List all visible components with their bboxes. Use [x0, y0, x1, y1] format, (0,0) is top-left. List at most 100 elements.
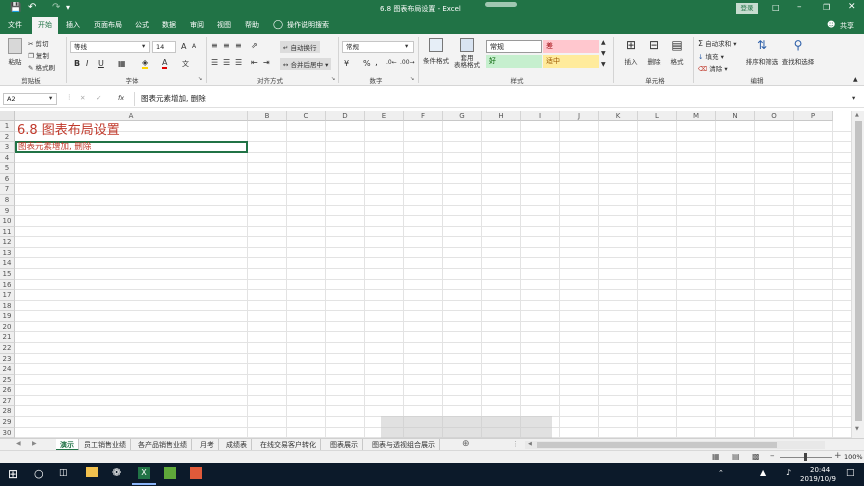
row-header-14[interactable]: 14 [0, 258, 15, 269]
phonetic-icon[interactable]: 文 [182, 59, 189, 69]
style-good[interactable]: 好 [486, 55, 542, 68]
cut-button[interactable]: ✂ 剪切 [28, 38, 49, 48]
column-header-e[interactable]: E [365, 111, 404, 121]
zoom-level[interactable]: 100% [844, 453, 863, 461]
customize-qat-icon[interactable]: ▾ [66, 3, 70, 12]
wrap-text-button[interactable]: ↵ 自动换行 [280, 41, 320, 53]
find-select-button[interactable]: ⚲ 查找和选择 [780, 38, 816, 66]
network-icon[interactable]: ▲ [760, 468, 766, 477]
excel-taskbar-icon[interactable]: X [138, 467, 150, 479]
column-header-d[interactable]: D [326, 111, 365, 121]
tab-page-layout[interactable]: 页面布局 [90, 17, 126, 34]
align-right-icon[interactable]: ☰ [235, 58, 242, 67]
page-break-view-icon[interactable]: ▩ [752, 452, 760, 461]
autosum-button[interactable]: Σ 自动求和 ▾ [698, 38, 736, 48]
font-color-icon[interactable]: A [162, 58, 168, 69]
format-cells-button[interactable]: ▤ 格式 [666, 38, 688, 66]
row-header-17[interactable]: 17 [0, 290, 15, 301]
row-header-19[interactable]: 19 [0, 311, 15, 322]
column-header-o[interactable]: O [755, 111, 794, 121]
zoom-slider-thumb[interactable] [804, 453, 807, 461]
style-normal[interactable]: 常规 [486, 40, 542, 53]
column-header-m[interactable]: M [677, 111, 716, 121]
column-header-h[interactable]: H [482, 111, 521, 121]
file-explorer-icon[interactable] [86, 467, 98, 477]
recorder-icon[interactable] [190, 467, 202, 479]
font-name-dropdown-icon[interactable]: ▾ [142, 42, 145, 50]
clock-time[interactable]: 20:44 [810, 466, 830, 474]
merge-center-button[interactable]: ↔ 合并后居中 ▾ [280, 58, 332, 70]
share-button[interactable]: 共享 [840, 21, 854, 31]
insert-cells-button[interactable]: ⊞ 插入 [620, 38, 642, 66]
styles-scroll-down-icon[interactable]: ▼ [601, 50, 606, 57]
row-header-11[interactable]: 11 [0, 226, 15, 238]
fill-color-icon[interactable]: ◈ [142, 58, 149, 69]
row-header-30[interactable]: 30 [0, 427, 15, 439]
page-layout-view-icon[interactable]: ▤ [732, 452, 740, 461]
style-neutral[interactable]: 适中 [543, 55, 599, 68]
tab-insert[interactable]: 插入 [62, 17, 84, 34]
tab-review[interactable]: 审阅 [186, 17, 208, 34]
column-header-f[interactable]: F [404, 111, 443, 121]
row-header-1[interactable]: 1 [0, 121, 15, 132]
styles-more-icon[interactable]: ▼ [601, 61, 606, 68]
increase-decimal-icon[interactable]: .0← [386, 59, 397, 66]
delete-cells-button[interactable]: ⊟ 删除 [643, 38, 665, 66]
align-bottom-icon[interactable]: ≡ [235, 41, 242, 50]
italic-button[interactable]: I [86, 59, 88, 68]
scroll-down-icon[interactable]: ▼ [855, 426, 859, 432]
row-header-16[interactable]: 16 [0, 279, 15, 291]
row-header-15[interactable]: 15 [0, 268, 15, 280]
cell-a1[interactable]: 6.8 图表布局设置 [17, 123, 120, 139]
row-header-6[interactable]: 6 [0, 173, 15, 185]
tell-me-search[interactable]: 操作说明搜索 [285, 17, 331, 34]
row-header-27[interactable]: 27 [0, 395, 15, 407]
cancel-entry-icon[interactable]: ✕ [80, 94, 85, 102]
tab-formulas[interactable]: 公式 [132, 17, 152, 34]
search-icon[interactable]: ○ [34, 467, 44, 480]
row-header-4[interactable]: 4 [0, 152, 15, 164]
row-header-10[interactable]: 10 [0, 216, 15, 227]
styles-scroll-up-icon[interactable]: ▲ [601, 39, 606, 46]
align-top-icon[interactable]: ≡ [211, 41, 218, 50]
scroll-up-icon[interactable]: ▲ [855, 112, 859, 118]
font-name-select[interactable]: 等线 [70, 41, 150, 53]
column-header-b[interactable]: B [248, 111, 287, 121]
format-painter-button[interactable]: ✎ 格式刷 [28, 62, 55, 72]
align-middle-icon[interactable]: ≡ [223, 41, 230, 50]
row-header-29[interactable]: 29 [0, 416, 15, 428]
collapse-ribbon-icon[interactable]: ▲ [853, 76, 858, 83]
number-format-select[interactable]: 常规 [342, 41, 414, 53]
tab-home[interactable]: 开始 [32, 17, 58, 34]
column-header-g[interactable]: G [443, 111, 482, 121]
formula-input[interactable]: 图表元素增加, 删除 [134, 92, 852, 106]
redo-icon[interactable]: ↷ [52, 2, 60, 13]
camtasia-icon[interactable] [164, 467, 176, 479]
row-header-20[interactable]: 20 [0, 321, 15, 333]
expand-formula-icon[interactable]: ▾ [852, 94, 855, 102]
horizontal-scrollbar[interactable]: ◀ [525, 441, 825, 449]
column-header-k[interactable]: K [599, 111, 638, 121]
row-header-2[interactable]: 2 [0, 131, 15, 143]
number-format-dropdown-icon[interactable]: ▾ [405, 42, 408, 50]
scroll-thumb[interactable] [855, 121, 862, 421]
column-header-i[interactable]: I [521, 111, 560, 121]
number-dialog-launcher-icon[interactable]: ↘ [410, 76, 414, 82]
row-header-24[interactable]: 24 [0, 364, 15, 375]
select-all-corner[interactable] [0, 111, 15, 121]
tab-data[interactable]: 数据 [158, 17, 180, 34]
windows-start-icon[interactable]: ⊞ [8, 467, 18, 481]
column-header-c[interactable]: C [287, 111, 326, 121]
currency-icon[interactable]: ¥ [344, 59, 349, 68]
restore-icon[interactable]: ❐ [823, 3, 830, 12]
column-header-n[interactable]: N [716, 111, 755, 121]
decrease-decimal-icon[interactable]: .00→ [400, 59, 415, 66]
worksheet-grid[interactable]: ABCDEFGHIJKLMNOP 1 2 3 4 5 6 7 8 9 10 11 12 13 14 15 16… [0, 111, 864, 456]
paste-button[interactable]: 粘贴 [6, 38, 24, 66]
decrease-indent-icon[interactable]: ⇤ [251, 58, 258, 67]
shrink-font-button[interactable]: A [192, 43, 196, 50]
volume-icon[interactable]: ♪ [786, 468, 791, 477]
notification-tray-icon[interactable]: ⌃ [718, 469, 724, 477]
column-header-l[interactable]: L [638, 111, 677, 121]
undo-icon[interactable]: ↶ [28, 2, 36, 13]
